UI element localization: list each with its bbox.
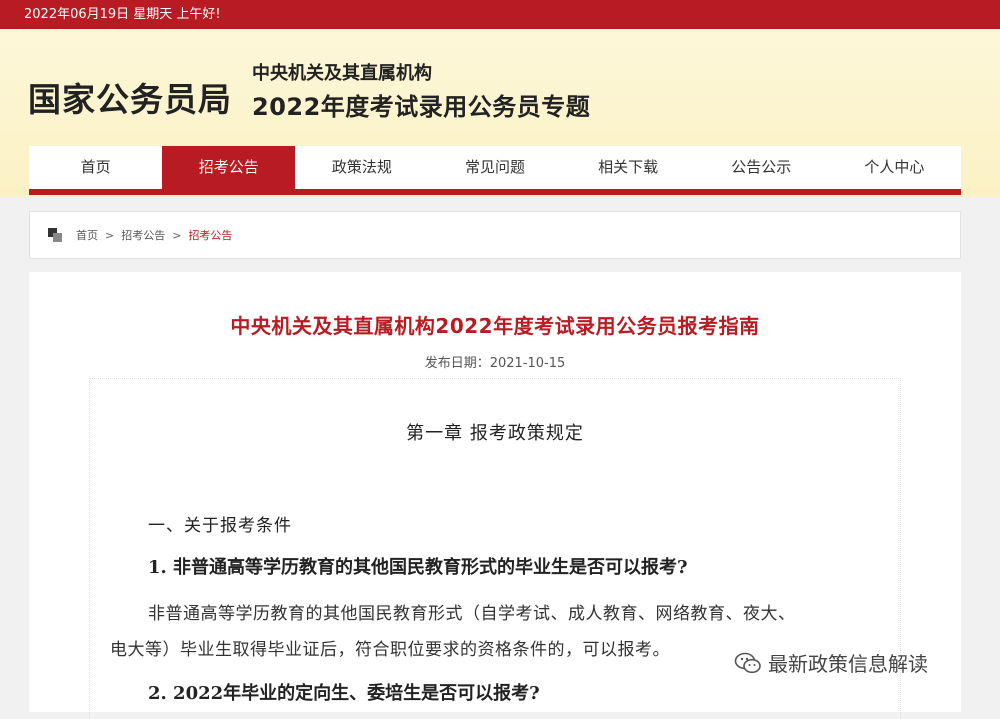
article-date: 发布日期：2021-10-15	[424, 356, 566, 371]
top-date-bar: 2022年06月19日 星期天 上午好!	[0, 0, 1000, 29]
breadcrumb-separator: >	[105, 228, 115, 242]
site-logo[interactable]: 国家公务员局	[28, 73, 232, 121]
watermark: 最新政策信息解读	[734, 648, 928, 677]
breadcrumb-current: 招考公告	[188, 229, 233, 242]
breadcrumb-separator: >	[172, 228, 182, 242]
article-title: 中央机关及其直属机构2022年度考试录用公务员报考指南	[230, 314, 760, 338]
header-subtitle-line2: 2022年度考试录用公务员专题	[252, 93, 591, 121]
nav-item-faq[interactable]: 常见问题	[428, 146, 561, 189]
nav-item-notices[interactable]: 公告公示	[695, 146, 828, 189]
date-text: 2022年06月19日 星期天 上午好!	[24, 7, 221, 22]
location-icon	[48, 228, 62, 242]
nav-item-home[interactable]: 首页	[29, 146, 162, 189]
breadcrumb-announcements[interactable]: 招考公告	[121, 227, 165, 243]
breadcrumb: 首页 > 招考公告 > 招考公告	[29, 211, 961, 259]
answer-1-line-1: 非普通高等学历教育的其他国民教育形式（自学考试、成人教育、网络教育、夜大、	[148, 604, 796, 624]
nav-item-announcements[interactable]: 招考公告	[162, 146, 296, 189]
article-panel: 中央机关及其直属机构2022年度考试录用公务员报考指南 发布日期：2021-10…	[29, 272, 961, 719]
wechat-icon	[734, 652, 761, 673]
nav-item-personal-center[interactable]: 个人中心	[828, 146, 961, 189]
nav-item-policies[interactable]: 政策法规	[295, 146, 428, 189]
watermark-text: 最新政策信息解读	[768, 652, 928, 676]
main-nav: 首页 招考公告 政策法规 常见问题 相关下载 公告公示 个人中心	[29, 146, 961, 195]
section-heading: 一、关于报考条件	[148, 516, 292, 536]
chapter-heading: 第一章 报考政策规定	[406, 423, 584, 444]
breadcrumb-home[interactable]: 首页	[76, 227, 98, 243]
question-2: 2. 2022年毕业的定向生、委培生是否可以报考?	[148, 683, 540, 704]
question-1: 1. 非普通高等学历教育的其他国民教育形式的毕业生是否可以报考?	[148, 557, 688, 578]
nav-item-downloads[interactable]: 相关下载	[562, 146, 695, 189]
header-subtitle-line1: 中央机关及其直属机构	[252, 63, 432, 84]
answer-1-line-2: 电大等）毕业生取得毕业证后，符合职位要求的资格条件的，可以报考。	[110, 640, 670, 660]
